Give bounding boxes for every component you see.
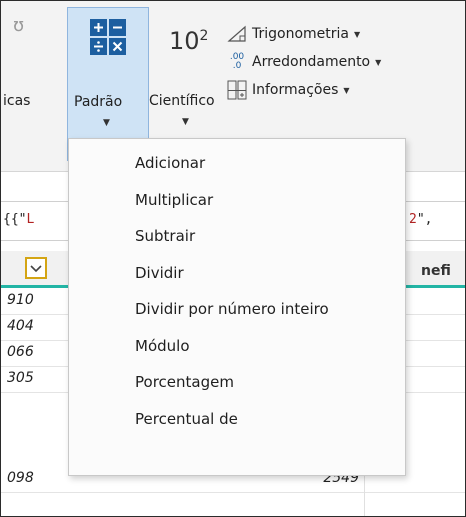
trigonometria-button[interactable]: Trigonometria ▼ [226,21,360,47]
chevron-down-icon: ▼ [343,85,350,95]
menu-item-porcentagem[interactable]: Porcentagem [69,364,405,401]
menu-item-percentual-de[interactable]: Percentual de [69,401,405,438]
arredondamento-button[interactable]: .00.0 Arredondamento ▼ [226,49,381,75]
menu-item-subtrair[interactable]: Subtrair [69,218,405,255]
table-cell: 098 [7,470,34,486]
rounding-icon: .00.0 [229,52,245,71]
table-cell: 404 [7,318,34,334]
menu-item-dividir[interactable]: Dividir [69,255,405,292]
fraction-grid-icon [226,80,248,100]
chevron-down-icon: ▼ [182,117,189,127]
column-header-beneficio[interactable]: nefi [421,263,451,279]
menu-item-dividir-inteiro[interactable]: Dividir por número inteiro [69,291,405,328]
chevron-down-icon: ▼ [103,118,110,128]
padrao-label: Padrão [74,94,123,110]
trigonometria-label: Trigonometria [252,26,349,42]
power-icon: 102 [169,27,209,55]
menu-item-adicionar[interactable]: Adicionar [69,145,405,182]
app-window: ʊ icas Padrão ▼ 102 Científico ▼ Trigono… [0,0,466,517]
table-cell: 910 [7,292,34,308]
table-cell: 066 [7,344,34,360]
estatisticas-label[interactable]: icas [3,93,30,109]
calculator-icon [90,19,126,55]
chevron-down-icon: ▼ [375,57,382,67]
column-filter-button[interactable] [25,257,47,279]
chevron-down-icon: ▼ [354,29,361,39]
cut-icon-fragment: ʊ [13,15,25,36]
informacoes-button[interactable]: Informações ▼ [226,77,350,103]
menu-item-multiplicar[interactable]: Multiplicar [69,182,405,219]
arredondamento-label: Arredondamento [252,54,371,70]
menu-item-modulo[interactable]: Módulo [69,328,405,365]
padrao-dropdown-menu: Adicionar Multiplicar Subtrair Dividir D… [68,138,406,476]
formula-text-right: 2", [409,212,433,227]
table-cell: 305 [7,370,34,386]
triangle-icon [226,24,248,44]
informacoes-label: Informações [252,82,339,98]
formula-text-left: {{"L [3,212,35,227]
cientifico-label: Científico [149,93,215,109]
chevron-down-icon [30,265,42,273]
